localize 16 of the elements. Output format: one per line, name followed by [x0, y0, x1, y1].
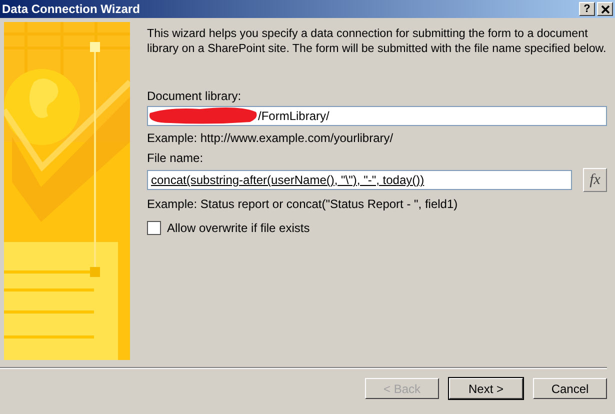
- input-field[interactable]: /FormLibrary/: [147, 106, 607, 126]
- wizard-button[interactable]: Cancel: [533, 378, 607, 399]
- example-hint: Example: Status report or concat("Status Report - ", field1): [147, 197, 459, 211]
- checkbox-label: Allow overwrite if file exists: [167, 221, 310, 235]
- field-label: Document library:: [147, 89, 242, 103]
- checkbox[interactable]: [147, 221, 161, 235]
- help-button[interactable]: ?: [579, 2, 595, 16]
- close-button[interactable]: [597, 2, 613, 16]
- input-field[interactable]: concat(substring-after(userName(), "\"), "-", today()): [147, 170, 572, 190]
- close-icon: [600, 4, 610, 14]
- wizard-button[interactable]: Next >: [449, 378, 523, 399]
- window-title: Data Connection Wizard: [2, 2, 140, 16]
- description-text: This wizard helps you specify a data connection for submitting the form to a document library on a SharePoint site. The form will be submitted with the file name specified below.: [147, 26, 607, 56]
- formula-button[interactable]: fx: [583, 168, 607, 192]
- example-hint: Example: http://www.example.com/yourlibrary/: [147, 131, 394, 145]
- field-label: File name:: [147, 151, 204, 165]
